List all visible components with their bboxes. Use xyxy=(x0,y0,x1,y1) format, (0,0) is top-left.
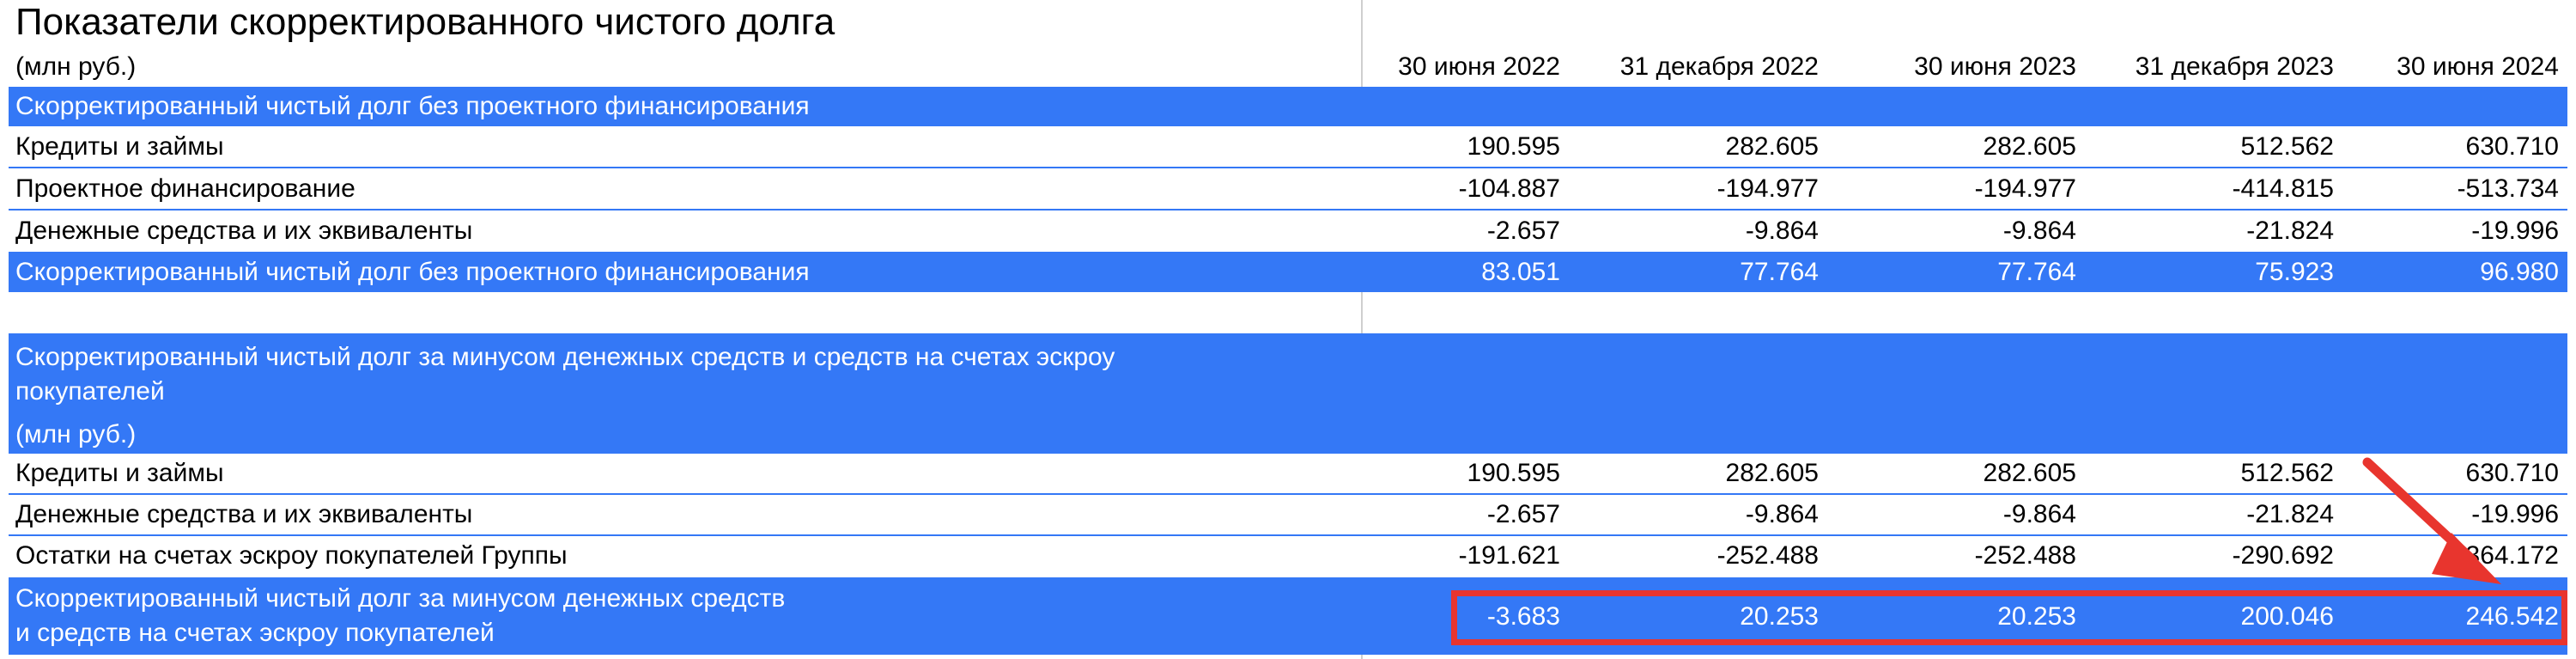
cell-value: -194.977 xyxy=(1974,174,2076,203)
cell-value: 512.562 xyxy=(2240,459,2334,487)
section2-header-row: Скорректированный чистый долг за минусом… xyxy=(9,333,2567,454)
cell-value: -2.657 xyxy=(1486,217,1560,245)
cell-value: -9.864 xyxy=(2002,217,2076,245)
table-row: Денежные средства и их эквиваленты -2.65… xyxy=(9,211,2567,252)
cell-value: -252.488 xyxy=(1974,541,2076,570)
table-row: Денежные средства и их эквиваленты -2.65… xyxy=(9,495,2567,536)
total-value: 83.051 xyxy=(1481,258,1560,286)
cell-value: -21.824 xyxy=(2246,217,2334,245)
column-header-1: 30 июня 2022 xyxy=(1398,52,1560,81)
total-value: 96.980 xyxy=(2480,258,2559,286)
cell-value: -2.657 xyxy=(1486,500,1560,528)
table-row: Кредиты и займы 190.595 282.605 282.605 … xyxy=(9,454,2567,495)
column-header-4: 31 декабря 2023 xyxy=(2135,52,2334,81)
cell-value: -19.996 xyxy=(2471,217,2559,245)
row-label: Кредиты и займы xyxy=(15,132,224,161)
total-label: Скорректированный чистый долг без проект… xyxy=(15,258,810,286)
cell-value: -513.734 xyxy=(2457,174,2559,203)
unit-label: (млн руб.) xyxy=(15,52,137,81)
total-label-line2: и средств на счетах эскроу покупателей xyxy=(15,619,495,647)
cell-value: -21.824 xyxy=(2246,500,2334,528)
section2-header-label: Скорректированный чистый долг за минусом… xyxy=(15,340,1115,452)
section2-unit: (млн руб.) xyxy=(15,420,137,448)
cell-value: -191.621 xyxy=(1458,541,1560,570)
table-row: Кредиты и займы 190.595 282.605 282.605 … xyxy=(9,126,2567,168)
cell-value: 630.710 xyxy=(2465,132,2559,161)
column-header-3: 30 июня 2023 xyxy=(1914,52,2076,81)
row-label: Остатки на счетах эскроу покупателей Гру… xyxy=(15,541,568,570)
cell-value: -290.692 xyxy=(2232,541,2334,570)
cell-value: -194.977 xyxy=(1716,174,1819,203)
cell-value: 630.710 xyxy=(2465,459,2559,487)
section1-total-row: Скорректированный чистый долг без проект… xyxy=(9,252,2567,292)
cell-value: -9.864 xyxy=(2002,500,2076,528)
table-row: Проектное финансирование -104.887 -194.9… xyxy=(9,168,2567,211)
total-label: Скорректированный чистый долг за минусом… xyxy=(15,582,785,650)
cell-value: -252.488 xyxy=(1716,541,1819,570)
cell-value: 282.605 xyxy=(1983,132,2076,161)
page-title: Показатели скорректированного чистого до… xyxy=(15,1,835,43)
cell-value: 282.605 xyxy=(1725,132,1819,161)
column-header-2: 31 декабря 2022 xyxy=(1619,52,1819,81)
column-header-5: 30 июня 2024 xyxy=(2397,52,2559,81)
cell-value: -364.172 xyxy=(2457,541,2559,570)
cell-value: -9.864 xyxy=(1745,500,1819,528)
cell-value: -19.996 xyxy=(2471,500,2559,528)
total-value: 75.923 xyxy=(2255,258,2334,286)
section1-header-label: Скорректированный чистый долг без проект… xyxy=(15,92,810,120)
cell-value: 282.605 xyxy=(1725,459,1819,487)
row-label: Денежные средства и их эквиваленты xyxy=(15,217,473,245)
row-label: Денежные средства и их эквиваленты xyxy=(15,500,473,528)
cell-value: 282.605 xyxy=(1983,459,2076,487)
cell-value: 190.595 xyxy=(1467,132,1560,161)
cell-value: 512.562 xyxy=(2240,132,2334,161)
table-row: Остатки на счетах эскроу покупателей Гру… xyxy=(9,536,2567,577)
section2-header-line2: покупателей xyxy=(15,377,165,406)
cell-value: -414.815 xyxy=(2232,174,2334,203)
cell-value: 190.595 xyxy=(1467,459,1560,487)
highlight-box xyxy=(1451,590,2567,645)
cell-value: -9.864 xyxy=(1745,217,1819,245)
total-label-line1: Скорректированный чистый долг за минусом… xyxy=(15,584,786,613)
section2-header-line1: Скорректированный чистый долг за минусом… xyxy=(15,343,1115,371)
row-label: Проектное финансирование xyxy=(15,174,355,203)
total-value: 77.764 xyxy=(1740,258,1819,286)
total-value: 77.764 xyxy=(1997,258,2076,286)
cell-value: -104.887 xyxy=(1458,174,1560,203)
section1-header-row: Скорректированный чистый долг без проект… xyxy=(9,87,2567,126)
row-label: Кредиты и займы xyxy=(15,459,224,487)
